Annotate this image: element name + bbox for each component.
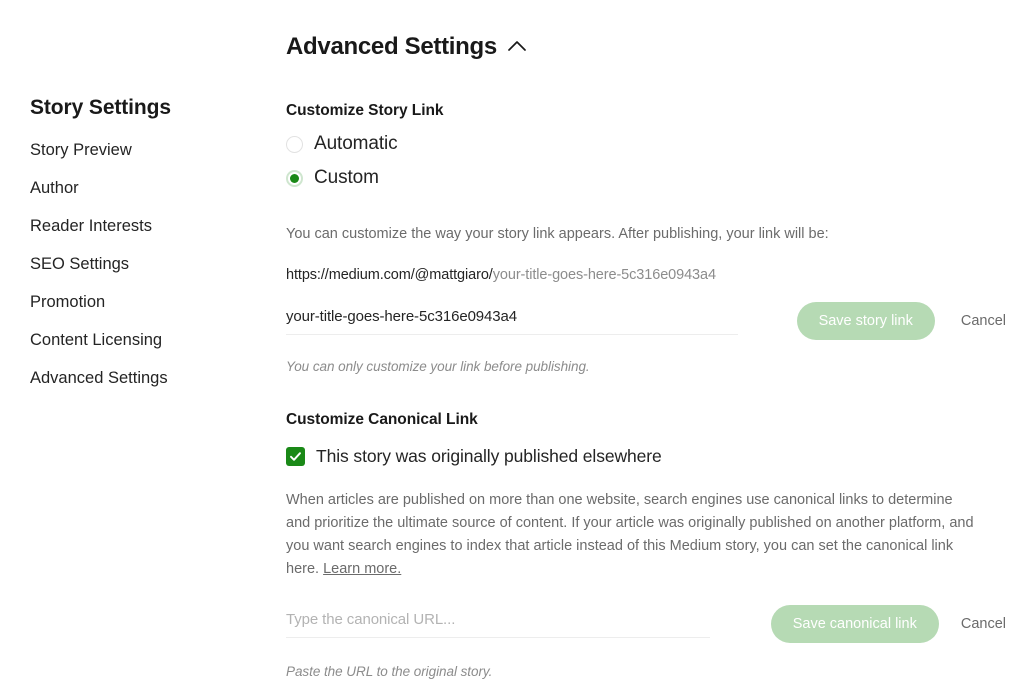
url-slug: your-title-goes-here-5c316e0943a4 [492,267,716,284]
advanced-settings-panel: Advanced Settings Customize Story Link A… [286,0,1006,679]
sidebar-item-seo-settings[interactable]: SEO Settings [30,256,129,273]
radio-option-custom[interactable]: Custom [286,167,379,189]
save-canonical-link-button[interactable]: Save canonical link [770,605,939,644]
radio-automatic-indicator[interactable] [286,135,303,153]
sidebar-item-advanced-settings[interactable]: Advanced Settings [30,370,168,387]
story-link-radio-group: Automatic Custom [286,133,1006,189]
story-link-helper-text: You can customize the way your story lin… [286,226,829,242]
radio-custom-indicator[interactable] [286,169,303,187]
learn-more-link[interactable]: Learn more. [323,561,401,577]
sidebar-title: Story Settings [30,96,171,119]
customize-story-link-title: Customize Story Link [286,102,444,119]
story-link-hint: You can only customize your link before … [286,359,590,375]
sidebar-item-story-preview[interactable]: Story Preview [30,142,132,159]
canonical-link-input-row: Save canonical link Cancel [286,605,1006,644]
url-prefix: https://medium.com/@mattgiaro/ [286,267,493,284]
story-link-input-row: Save story link Cancel [286,302,1006,341]
sidebar-item-content-licensing[interactable]: Content Licensing [30,332,162,349]
story-link-input[interactable] [286,307,738,335]
story-link-url-preview: https://medium.com/@mattgiaro/your-title… [286,267,1006,283]
sidebar-item-reader-interests[interactable]: Reader Interests [30,218,152,235]
canonical-link-hint: Paste the URL to the original story. [286,664,493,679]
save-story-link-button[interactable]: Save story link [796,302,935,341]
cancel-story-link-button[interactable]: Cancel [961,313,1006,329]
chevron-up-icon[interactable] [507,39,527,57]
radio-automatic-label: Automatic [314,133,398,154]
radio-option-automatic[interactable]: Automatic [286,133,398,155]
check-icon [290,452,301,462]
radio-custom-label: Custom [314,167,379,188]
sidebar-item-promotion[interactable]: Promotion [30,294,105,311]
cancel-canonical-link-button[interactable]: Cancel [961,616,1006,632]
published-elsewhere-label: This story was originally published else… [316,446,662,467]
sidebar-item-author[interactable]: Author [30,180,79,197]
published-elsewhere-checkbox[interactable] [286,447,305,467]
published-elsewhere-checkbox-row[interactable]: This story was originally published else… [286,446,662,467]
customize-canonical-link-title: Customize Canonical Link [286,411,478,429]
canonical-url-input[interactable] [286,610,710,638]
story-settings-sidebar: Story Settings Story Preview Author Read… [30,96,260,408]
advanced-settings-header[interactable]: Advanced Settings [286,33,527,61]
canonical-link-description: When articles are published on more than… [286,489,980,581]
page-title: Advanced Settings [286,33,497,60]
